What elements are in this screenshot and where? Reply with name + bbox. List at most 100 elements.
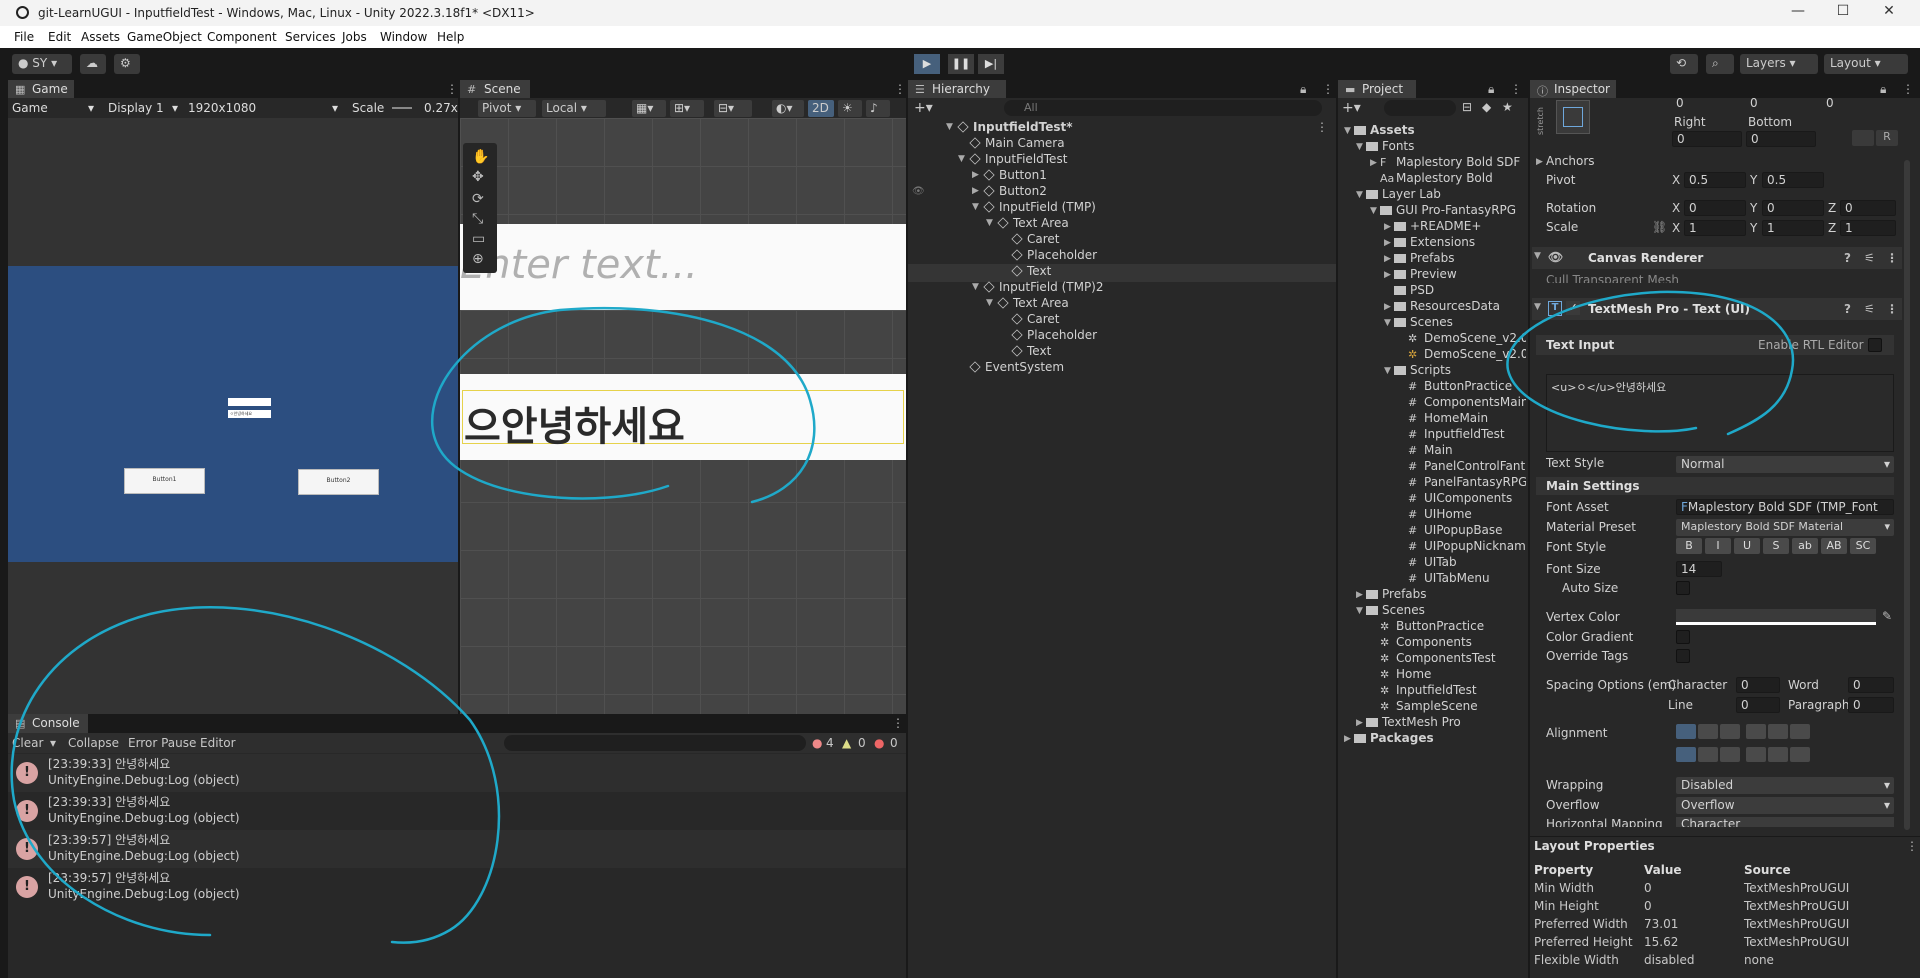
project-item-scene[interactable]: ✲ Home (1380, 667, 1431, 683)
canvas-renderer-header[interactable]: ▼ 👁︎ Canvas Renderer ? ⚟ ⋮ (1532, 247, 1902, 269)
hierarchy-item-scene[interactable]: InputfieldTest* (957, 120, 1073, 136)
console-entry[interactable]: ! [23:39:57] 안녕하세요 UnityEngine.Debug:Log … (8, 830, 906, 868)
help-icon[interactable]: ? (1844, 251, 1851, 265)
italic-button[interactable]: I (1705, 538, 1731, 554)
help-icon[interactable]: ? (1844, 302, 1851, 316)
lighting-icon[interactable]: ☀ (838, 100, 862, 117)
expand-arrow-icon[interactable]: ▶ (972, 170, 979, 180)
align-justify-icon[interactable] (1746, 724, 1766, 739)
hierarchy-item-selected[interactable]: Text (1011, 264, 1051, 280)
project-item-scene[interactable]: ✲ Components (1380, 635, 1472, 651)
expand-arrow-icon[interactable]: ▼ (1384, 366, 1391, 376)
cloud-icon[interactable]: ☁ (80, 54, 106, 74)
project-item-folder[interactable]: Assets (1354, 123, 1415, 139)
project-item-folder[interactable]: TextMesh Pro (1366, 715, 1461, 731)
display-dropdown[interactable]: Display 1 (108, 101, 164, 115)
project-item-font[interactable]: Aa Maplestory Bold (1380, 171, 1493, 187)
search-icon[interactable]: ⌕ (1706, 54, 1734, 74)
filter-icon[interactable]: ⊟ (1462, 100, 1472, 114)
console-menu-icon[interactable]: ⋮ (892, 716, 904, 730)
collapse-button[interactable]: Collapse (68, 736, 119, 750)
project-item-script[interactable]: # UIHome (1408, 507, 1526, 523)
top-value-3[interactable]: 0 (1822, 96, 1892, 112)
align-top-icon[interactable] (1676, 747, 1696, 762)
smallcaps-button[interactable]: SC (1850, 538, 1876, 554)
project-item-folder[interactable]: Packages (1354, 731, 1434, 747)
project-search-input[interactable] (1384, 100, 1456, 116)
lowercase-button[interactable]: ab (1792, 538, 1818, 554)
project-item-script[interactable]: # UIComponents (1408, 491, 1526, 507)
scene-inputfield-1[interactable]: Enter text... (460, 224, 906, 310)
tmp-component-header[interactable]: ▼ T ✓ TextMesh Pro - Text (UI) ? ⚟ ⋮ (1532, 298, 1902, 320)
tab-project[interactable]: ▬ Project (1338, 80, 1416, 99)
visibility-icon[interactable]: 👁︎ (912, 186, 925, 197)
project-item-folder[interactable]: Scenes (1366, 603, 1425, 619)
project-item-script[interactable]: # InputfieldTest (1408, 427, 1526, 443)
hierarchy-item[interactable]: Main Camera (969, 136, 1065, 152)
hierarchy-menu-icon[interactable]: ⋮ (1322, 82, 1334, 96)
raw-edit-button[interactable]: R (1876, 130, 1898, 146)
expand-arrow-icon[interactable]: ▶ (1384, 222, 1391, 232)
error-count-icon[interactable]: ● (874, 736, 884, 750)
project-item-folder[interactable]: +README+ (1394, 219, 1481, 235)
step-button[interactable]: ▶| (978, 54, 1004, 74)
hierarchy-item[interactable]: InputField (TMP) (983, 200, 1096, 216)
hierarchy-item[interactable]: Text (1011, 344, 1051, 360)
hierarchy-item[interactable]: Text Area (997, 296, 1069, 312)
align-left-icon[interactable] (1676, 724, 1696, 739)
error-pause-button[interactable]: Error Pause (128, 736, 196, 750)
rotate-tool-icon[interactable]: ⟳ (472, 191, 484, 207)
color-gradient-checkbox[interactable] (1676, 630, 1690, 644)
wrapping-dropdown[interactable]: Disabled ▾ (1676, 777, 1894, 794)
clear-button[interactable]: Clear (12, 736, 43, 750)
close-icon[interactable]: ✕ (1878, 3, 1900, 23)
tab-scene[interactable]: # Scene (460, 80, 530, 99)
project-item-font[interactable]: F Maplestory Bold SDF (1380, 155, 1526, 171)
project-item-script[interactable]: # UIPopupNickname (1408, 539, 1526, 555)
rect-tool-icon[interactable]: ▭ (472, 231, 485, 247)
project-item-folder[interactable]: Extensions (1394, 235, 1475, 251)
expand-arrow-icon[interactable]: ▼ (946, 122, 953, 132)
project-item-script[interactable]: # PanelFantasyRPG (1408, 475, 1526, 491)
expand-arrow-icon[interactable]: ▶ (1344, 734, 1351, 744)
hand-tool-icon[interactable]: ✋ (472, 149, 489, 165)
favorite-icon[interactable]: ★ (1502, 100, 1513, 114)
scale-tool-icon[interactable]: ⤡ (472, 211, 483, 227)
layers-dropdown[interactable]: Layers ▾ (1740, 54, 1818, 74)
lock-icon[interactable]: 🔒︎ (1488, 82, 1494, 97)
top-value-2[interactable]: 0 (1746, 96, 1816, 112)
editor-dropdown[interactable]: Editor (200, 736, 236, 750)
project-item-folder[interactable]: PSD (1394, 283, 1434, 299)
hierarchy-search-input[interactable]: All (1004, 100, 1322, 116)
component-menu-icon[interactable]: ⋮ (1886, 302, 1898, 316)
hierarchy-item[interactable]: InputField (TMP)2 (983, 280, 1104, 296)
menu-help[interactable]: Help (437, 30, 464, 44)
align-center-icon[interactable] (1698, 724, 1718, 739)
project-item-script[interactable]: # UITabMenu (1408, 571, 1526, 587)
menu-component[interactable]: Component (207, 30, 277, 44)
eyedropper-icon[interactable]: ✎ (1882, 609, 1892, 623)
anchor-presets-button[interactable] (1556, 100, 1590, 134)
project-item-folder[interactable]: Scripts (1394, 363, 1451, 379)
menu-file[interactable]: File (14, 30, 34, 44)
add-icon[interactable]: +▾ (1342, 100, 1361, 116)
hierarchy-item[interactable]: EventSystem (969, 360, 1064, 376)
log-count-icon[interactable]: ● (812, 736, 822, 750)
expand-arrow-icon[interactable]: ▼ (972, 202, 979, 212)
overflow-dropdown[interactable]: Overflow ▾ (1676, 797, 1894, 814)
project-item-script[interactable]: # Main (1408, 443, 1526, 459)
project-item-scene[interactable]: ✲ DemoScene_v2.0 (1408, 347, 1526, 363)
expand-arrow-icon[interactable]: ▶ (1384, 254, 1391, 264)
project-item-folder[interactable]: Scenes (1394, 315, 1453, 331)
game-menu-icon[interactable]: ⋮ (446, 82, 458, 96)
menu-services[interactable]: Services (285, 30, 336, 44)
menu-gameobject[interactable]: GameObject (127, 30, 202, 44)
horizontal-mapping-dropdown[interactable]: Character (1676, 817, 1894, 827)
right-field[interactable]: 0 (1672, 131, 1742, 147)
menu-assets[interactable]: Assets (81, 30, 120, 44)
hierarchy-item[interactable]: Button1 (983, 168, 1047, 184)
project-item-folder[interactable]: Preview (1394, 267, 1457, 283)
warning-count-icon[interactable]: ▲ (842, 736, 851, 750)
console-search-input[interactable] (504, 735, 806, 751)
2d-toggle[interactable]: 2D (808, 100, 834, 117)
